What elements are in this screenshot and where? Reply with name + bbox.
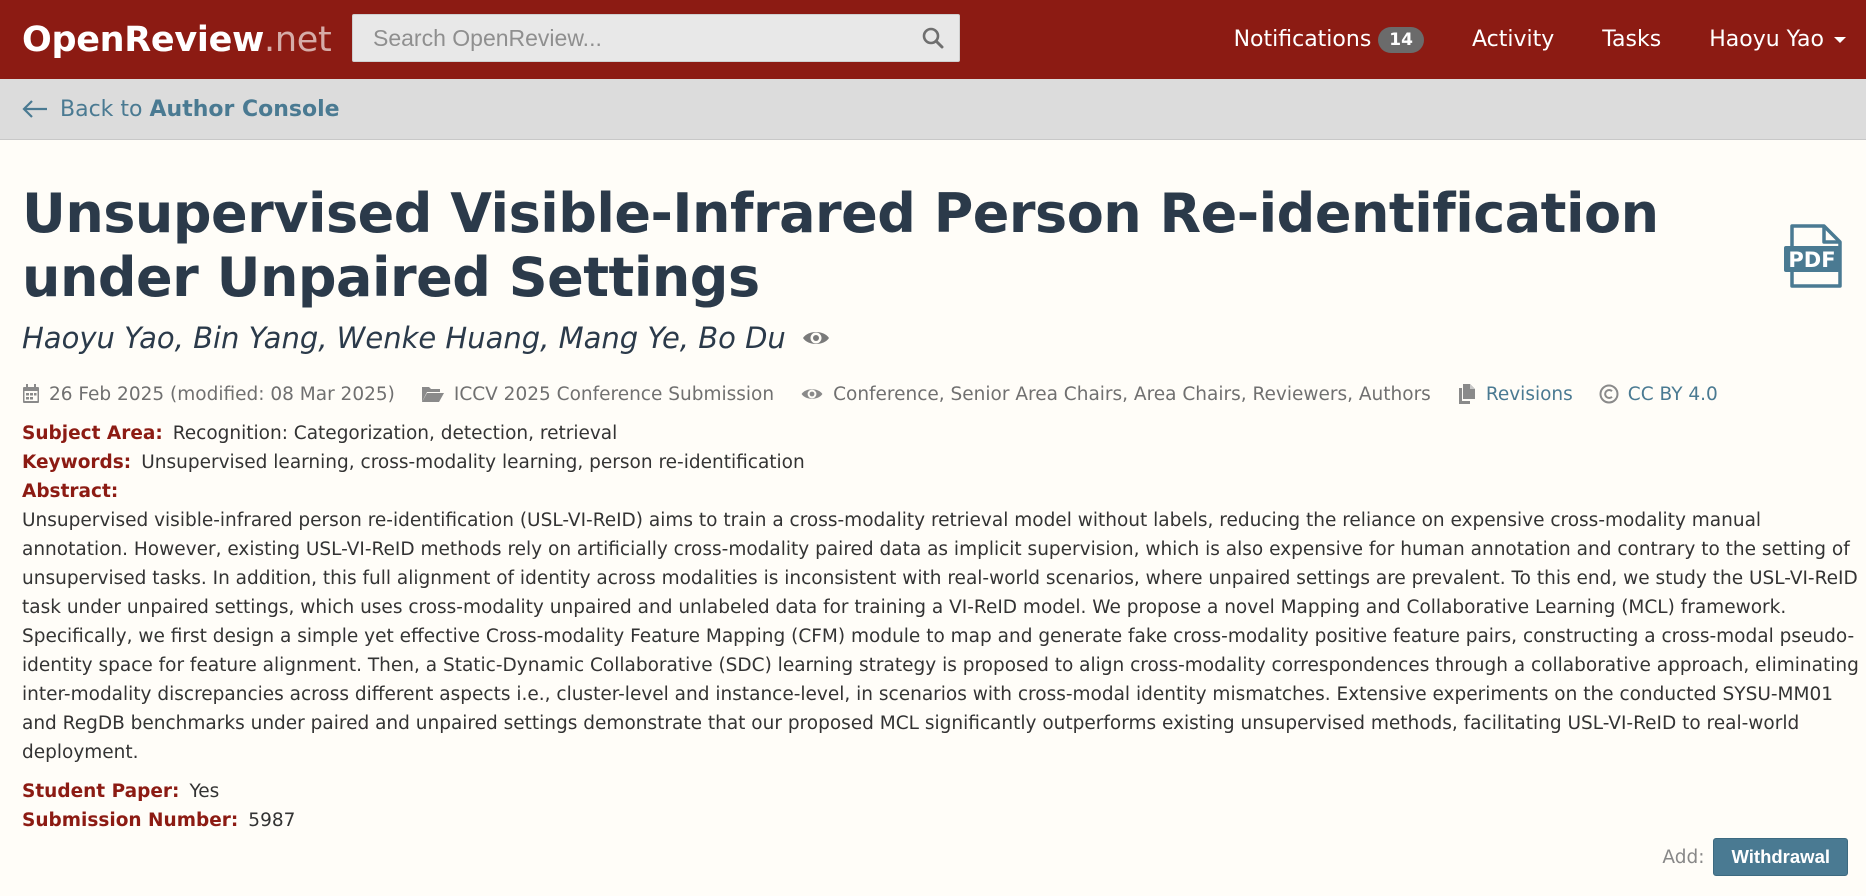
abstract-label: Abstract: xyxy=(22,481,119,502)
eye-icon xyxy=(800,386,824,402)
student-paper-label: Student Paper: xyxy=(22,781,180,802)
license-link[interactable]: CC BY 4.0 xyxy=(1628,384,1718,405)
search-icon[interactable] xyxy=(907,15,959,61)
notifications-link[interactable]: Notifications 14 xyxy=(1210,26,1448,53)
subject-area-row: Subject Area: Recognition: Categorization… xyxy=(22,419,1844,448)
add-invitation-row: Add: Withdrawal xyxy=(1662,838,1848,876)
paper-fields: Subject Area: Recognition: Categorization… xyxy=(22,419,1859,767)
user-name: Haoyu Yao xyxy=(1709,27,1824,52)
back-to-author-console-link[interactable]: Back to Author Console xyxy=(22,97,340,122)
abstract-row: Abstract: xyxy=(22,477,1844,506)
student-paper-value: Yes xyxy=(189,781,220,802)
keywords-label: Keywords: xyxy=(22,452,132,473)
paper-title: Unsupervised Visible-Infrared Person Re-… xyxy=(22,182,1659,309)
submission-number-label: Submission Number: xyxy=(22,810,239,831)
tasks-link[interactable]: Tasks xyxy=(1578,27,1685,52)
readers-text: Conference, Senior Area Chairs, Area Cha… xyxy=(833,383,1431,405)
brand-logo[interactable]: OpenReview.net xyxy=(22,19,332,60)
brand-name: OpenReview xyxy=(22,19,265,60)
back-bar: Back to Author Console xyxy=(0,79,1866,140)
student-paper-row: Student Paper: Yes xyxy=(22,777,1844,806)
meta-readers: Conference, Senior Area Chairs, Area Cha… xyxy=(800,384,1431,405)
folder-open-icon xyxy=(421,385,445,403)
files-icon xyxy=(1457,384,1477,404)
paper-authors: Haoyu Yao, Bin Yang, Wenke Huang, Mang Y… xyxy=(22,318,1844,358)
subject-area-value: Recognition: Categorization, detection, … xyxy=(172,423,618,444)
search-input[interactable] xyxy=(353,15,907,61)
pdf-file-icon[interactable]: PDF xyxy=(1784,224,1844,294)
user-menu[interactable]: Haoyu Yao xyxy=(1685,27,1848,52)
submission-number-value: 5987 xyxy=(248,810,296,831)
caret-down-icon xyxy=(1834,36,1846,43)
meta-license[interactable]: CC BY 4.0 xyxy=(1599,384,1718,405)
tasks-label: Tasks xyxy=(1602,27,1662,52)
paper-fields-extra: Student Paper: Yes Submission Number: 5987 xyxy=(22,777,1844,835)
search-box xyxy=(352,14,960,62)
date-text: 26 Feb 2025 (modified: 08 Mar 2025) xyxy=(49,383,395,405)
authors-list[interactable]: Haoyu Yao, Bin Yang, Wenke Huang, Mang Y… xyxy=(22,321,786,355)
nav-right: Notifications 14 Activity Tasks Haoyu Ya… xyxy=(1210,0,1848,79)
revisions-link[interactable]: Revisions xyxy=(1486,384,1573,405)
notifications-label: Notifications xyxy=(1233,27,1372,52)
top-navbar: OpenReview.net Notifications 14 Activity… xyxy=(0,0,1866,79)
keywords-value: Unsupervised learning, cross-modality le… xyxy=(141,452,805,473)
submission-number-row: Submission Number: 5987 xyxy=(22,806,1844,835)
arrow-left-icon xyxy=(22,99,48,119)
subject-area-label: Subject Area: xyxy=(22,423,163,444)
back-target: Author Console xyxy=(149,96,340,122)
meta-revisions[interactable]: Revisions xyxy=(1457,384,1573,405)
pdf-label: PDF xyxy=(1788,248,1835,272)
withdrawal-button[interactable]: Withdrawal xyxy=(1713,838,1848,876)
calendar-icon xyxy=(22,384,40,404)
keywords-row: Keywords: Unsupervised learning, cross-mo… xyxy=(22,448,1844,477)
add-label: Add: xyxy=(1662,846,1705,868)
eye-icon[interactable] xyxy=(802,328,830,348)
venue-text: ICCV 2025 Conference Submission xyxy=(453,383,775,405)
activity-link[interactable]: Activity xyxy=(1448,27,1578,52)
notifications-count-badge: 14 xyxy=(1378,26,1424,53)
meta-venue: ICCV 2025 Conference Submission xyxy=(421,384,774,405)
abstract-text: Unsupervised visible-infrared person re-… xyxy=(22,510,1859,763)
copyright-icon xyxy=(1599,384,1619,404)
activity-label: Activity xyxy=(1471,27,1555,52)
paper-meta: 26 Feb 2025 (modified: 08 Mar 2025) ICCV… xyxy=(22,379,1844,409)
brand-tld: .net xyxy=(264,19,332,60)
back-prefix: Back to xyxy=(60,96,143,122)
paper-main: Unsupervised Visible-Infrared Person Re-… xyxy=(0,182,1866,835)
meta-date: 26 Feb 2025 (modified: 08 Mar 2025) xyxy=(22,384,395,405)
